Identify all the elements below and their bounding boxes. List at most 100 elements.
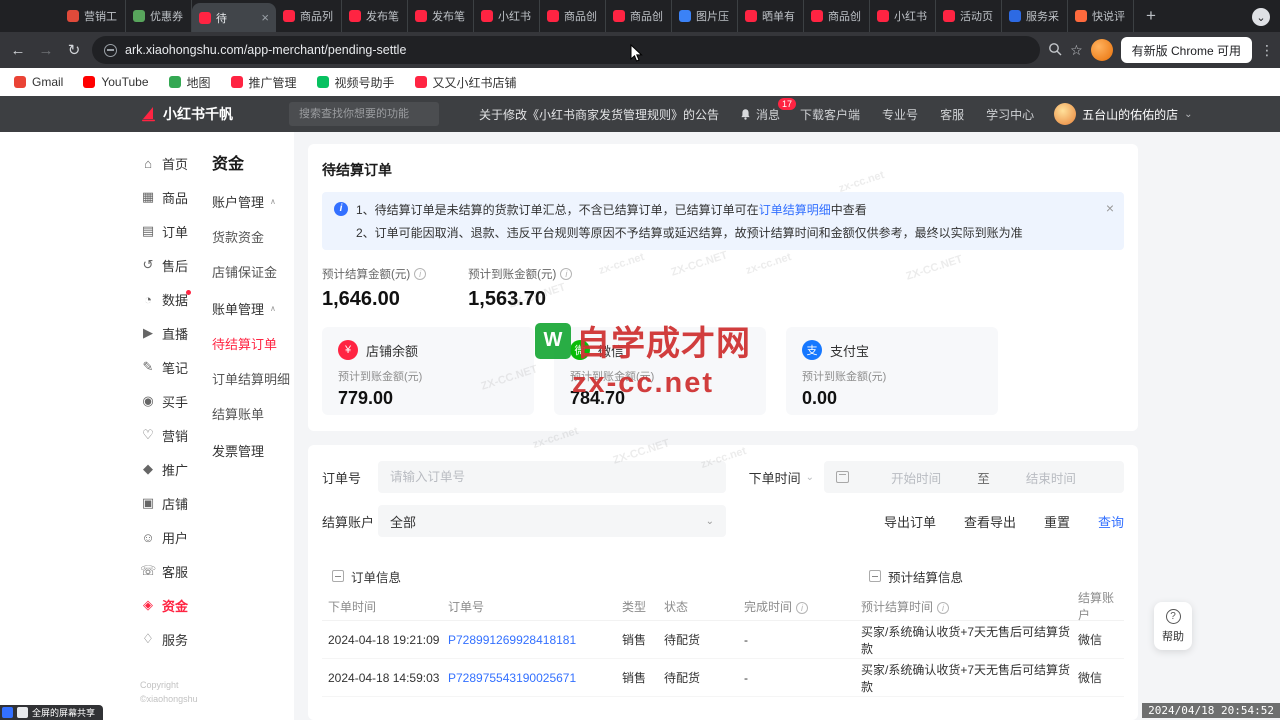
browser-tab[interactable]: 营销工: [60, 0, 126, 32]
browser-tab[interactable]: 活动页: [936, 0, 1002, 32]
header-nav-item[interactable]: 学习中心: [986, 106, 1034, 123]
tab-search-button[interactable]: ⌄: [1252, 8, 1270, 26]
banner-close-icon[interactable]: ×: [1106, 200, 1114, 216]
reload-button[interactable]: ↻: [64, 41, 84, 59]
chrome-update-chip[interactable]: 有新版 Chrome 可用: [1121, 37, 1252, 63]
url-text[interactable]: ark.xiaohongshu.com/app-merchant/pending…: [125, 43, 406, 57]
collapse-icon[interactable]: [332, 570, 344, 582]
sidebar-item-店铺[interactable]: ▣店铺: [140, 486, 202, 520]
bookmark-item[interactable]: 又又小红书店铺: [415, 74, 517, 91]
sidebar-item-数据[interactable]: ◔数据: [140, 282, 202, 316]
bookmark-item[interactable]: Gmail: [14, 75, 63, 89]
sidebar-item-资金[interactable]: ◈资金: [140, 588, 202, 622]
shop-account-menu[interactable]: 五台山的佑佑的店 ⌄: [1054, 103, 1192, 125]
time-type-select[interactable]: 下单时间 ⌄: [749, 468, 814, 487]
address-bar[interactable]: ark.xiaohongshu.com/app-merchant/pending…: [92, 36, 1040, 64]
settle-account-select[interactable]: 全部 ⌄: [378, 505, 726, 537]
new-tab-button[interactable]: +: [1138, 3, 1164, 29]
info-icon[interactable]: [560, 268, 572, 280]
submenu-item-货款资金[interactable]: 货款资金: [212, 227, 294, 246]
header-nav-item[interactable]: 下载客户端: [800, 106, 860, 123]
submenu-item-待结算订单[interactable]: 待结算订单: [212, 334, 294, 353]
tab-close-icon[interactable]: ×: [261, 11, 269, 24]
info-icon[interactable]: [796, 602, 808, 614]
bookmark-item[interactable]: 推广管理: [231, 74, 297, 91]
sidebar-item-订单[interactable]: ▤订单: [140, 214, 202, 248]
browser-tab[interactable]: 商品创: [540, 0, 606, 32]
sidebar-item-服务[interactable]: ♢服务: [140, 622, 202, 656]
submenu-group-账户管理[interactable]: 账户管理∧: [212, 192, 294, 211]
sidebar-item-买手[interactable]: ◉买手: [140, 384, 202, 418]
order-number-link[interactable]: P728975543190025671: [448, 671, 622, 685]
sidebar-item-直播[interactable]: ▶直播: [140, 316, 202, 350]
time-filter-group: 下单时间 ⌄ 开始时间 至 结束时间: [749, 461, 1124, 493]
message-count-badge: 17: [778, 98, 796, 111]
date-range-picker[interactable]: 开始时间 至 结束时间: [824, 461, 1124, 493]
bookmark-item[interactable]: 地图: [169, 74, 211, 91]
browser-tab[interactable]: 商品创: [804, 0, 870, 32]
bookmark-star-icon[interactable]: ☆: [1070, 42, 1083, 59]
sidebar-item-用户[interactable]: ☺用户: [140, 520, 202, 554]
browser-tab[interactable]: 优惠券: [126, 0, 192, 32]
info-icon[interactable]: [937, 602, 949, 614]
collapse-icon[interactable]: [869, 570, 881, 582]
tab-label: 优惠券: [150, 8, 183, 24]
browser-tab[interactable]: 发布笔: [342, 0, 408, 32]
sidebar-item-客服[interactable]: ☏客服: [140, 554, 202, 588]
browser-tab[interactable]: 待×: [192, 3, 276, 32]
action-button-重置[interactable]: 重置: [1044, 512, 1070, 531]
browser-menu-icon[interactable]: ⋮: [1260, 42, 1272, 59]
order-number-link[interactable]: P728991269928418181: [448, 633, 622, 647]
notification-dot: [186, 290, 191, 295]
account-sub-label: 预计到账金额(元): [570, 368, 750, 384]
back-button[interactable]: ←: [8, 42, 28, 59]
sidebar-item-首页[interactable]: ⌂首页: [140, 146, 202, 180]
start-date-placeholder[interactable]: 开始时间: [855, 468, 977, 487]
sidebar-item-商品[interactable]: ▦商品: [140, 180, 202, 214]
header-nav-item[interactable]: 专业号: [882, 106, 918, 123]
xiaohongshu-logo[interactable]: 小红书千帆: [140, 104, 233, 124]
bookmark-item[interactable]: YouTube: [83, 75, 148, 89]
forward-button[interactable]: →: [36, 42, 56, 59]
search-icon[interactable]: [1048, 42, 1062, 59]
end-date-placeholder[interactable]: 结束时间: [990, 468, 1112, 487]
sidebar-item-笔记[interactable]: ✎笔记: [140, 350, 202, 384]
header-nav-item[interactable]: 客服: [940, 106, 964, 123]
action-button-查看导出[interactable]: 查看导出: [964, 512, 1016, 531]
sidebar-item-营销[interactable]: ♡营销: [140, 418, 202, 452]
submenu-group-发票管理[interactable]: 发票管理: [212, 441, 294, 460]
browser-tab[interactable]: 发布笔: [408, 0, 474, 32]
messages-button[interactable]: 消息 17: [739, 106, 780, 123]
tab-label: 商品创: [630, 8, 663, 24]
sidebar-item-售后[interactable]: ↺售后: [140, 248, 202, 282]
submenu-item-结算账单[interactable]: 结算账单: [212, 404, 294, 423]
bookmark-item[interactable]: 视频号助手: [317, 74, 395, 91]
browser-tab[interactable]: 快说评: [1068, 0, 1134, 32]
browser-tab[interactable]: 服务采: [1002, 0, 1068, 32]
browser-tab[interactable]: 晒单有: [738, 0, 804, 32]
browser-profile-avatar[interactable]: [1091, 39, 1113, 61]
live-icon: ▶: [140, 325, 156, 341]
submenu-item-订单结算明细[interactable]: 订单结算明细: [212, 369, 294, 388]
browser-tab[interactable]: 小红书: [870, 0, 936, 32]
browser-tab[interactable]: 小红书: [474, 0, 540, 32]
global-search-input[interactable]: 搜索查找你想要的功能: [289, 102, 439, 126]
settlement-detail-link[interactable]: 订单结算明细: [759, 203, 831, 217]
browser-tab[interactable]: 商品列: [276, 0, 342, 32]
site-info-icon[interactable]: [104, 44, 117, 57]
announcement-link[interactable]: 关于修改《小红书商家发货管理规则》的公告: [479, 106, 719, 123]
browser-tab[interactable]: 商品创: [606, 0, 672, 32]
tab-favicon: [547, 10, 559, 22]
table-cell: 销售: [622, 631, 664, 648]
query-button[interactable]: 查询: [1098, 512, 1124, 531]
submenu-group-账单管理[interactable]: 账单管理∧: [212, 299, 294, 318]
order-no-input[interactable]: [378, 461, 726, 493]
column-header-预计结算时间: 预计结算时间: [861, 598, 1078, 615]
screen-share-indicator[interactable]: 全屏的屏幕共享: [0, 705, 103, 720]
browser-tab[interactable]: 图片压: [672, 0, 738, 32]
action-button-导出订单[interactable]: 导出订单: [884, 512, 936, 531]
sidebar-item-推广[interactable]: ◆推广: [140, 452, 202, 486]
info-icon[interactable]: [414, 268, 426, 280]
submenu-item-店铺保证金[interactable]: 店铺保证金: [212, 262, 294, 281]
help-button[interactable]: ? 帮助: [1154, 602, 1192, 650]
